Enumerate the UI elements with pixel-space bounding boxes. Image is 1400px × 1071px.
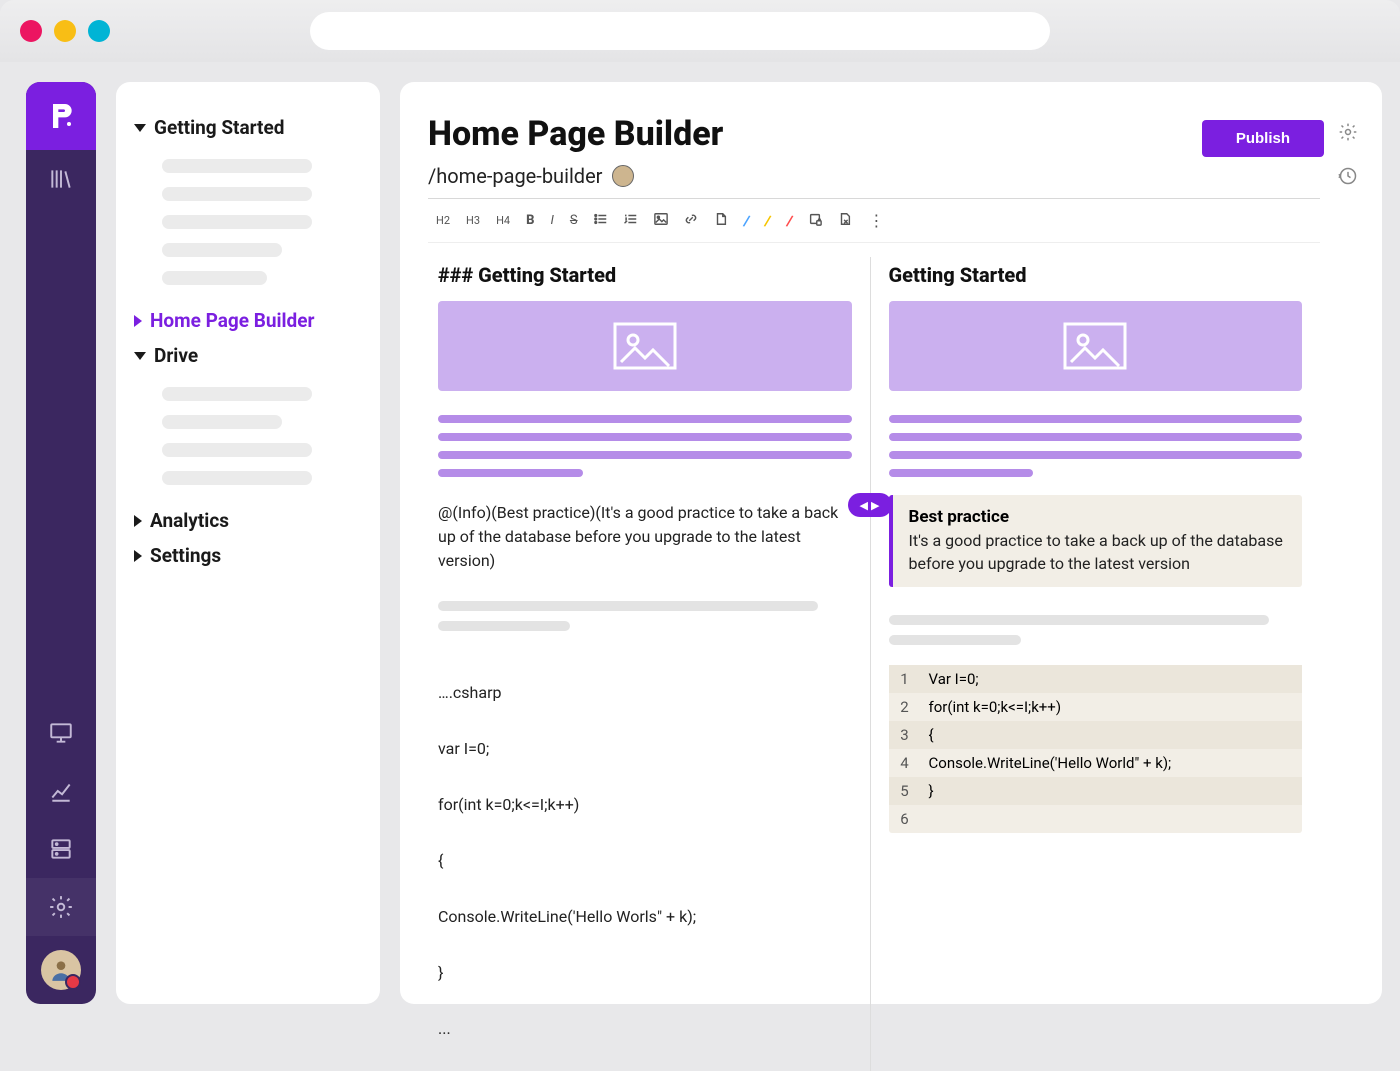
- skeleton-group: [162, 159, 362, 285]
- chevron-right-icon: ▶: [871, 499, 879, 512]
- settings-icon[interactable]: [1338, 122, 1358, 146]
- sidebar-item-label: Analytics: [150, 509, 229, 532]
- split-divider: ◀ ▶: [870, 257, 871, 1071]
- sidebar-item-home-page-builder[interactable]: Home Page Builder: [134, 303, 362, 338]
- toolbar-bold[interactable]: B: [526, 213, 534, 228]
- callout-title: Best practice: [909, 507, 1287, 527]
- toolbar-h4[interactable]: H4: [496, 214, 510, 227]
- page-title: Home Page Builder: [428, 114, 1320, 154]
- chevron-right-icon: [134, 315, 142, 327]
- toolbar-image[interactable]: [654, 212, 668, 229]
- chevron-down-icon: [134, 124, 146, 132]
- split-handle[interactable]: ◀ ▶: [848, 493, 892, 517]
- collaborator-avatar[interactable]: [612, 165, 634, 187]
- toolbar-numbered-list[interactable]: [624, 212, 638, 229]
- chevron-right-icon: [134, 550, 142, 562]
- preview-heading: Getting Started: [889, 263, 1303, 287]
- sidebar-item-label: Drive: [154, 344, 198, 367]
- toolbar-h3[interactable]: H3: [466, 214, 480, 227]
- editor-toolbar: H2 H3 H4 B I S / / / ⋮: [428, 199, 1320, 243]
- page-slug[interactable]: /home-page-builder: [428, 164, 602, 188]
- editor-code-raw: ….csharp var I=0; for(int k=0;k<=I;k++) …: [438, 651, 852, 1071]
- window-close-dot[interactable]: [20, 20, 42, 42]
- sidebar-item-label: Settings: [150, 544, 221, 567]
- history-icon[interactable]: [1338, 166, 1358, 190]
- preview-pane: Getting Started Best practice It's a goo…: [871, 257, 1321, 1071]
- sidebar-item-label: Getting Started: [154, 116, 284, 139]
- browser-chrome: [0, 0, 1400, 62]
- user-avatar[interactable]: [41, 950, 81, 990]
- extras-rail: [1336, 114, 1360, 984]
- toolbar-strikethrough[interactable]: S: [570, 213, 578, 228]
- toolbar-more[interactable]: ⋮: [868, 211, 883, 230]
- toolbar-italic[interactable]: I: [550, 213, 553, 228]
- slug-row: /home-page-builder: [428, 164, 1320, 199]
- editor-heading-raw: ### Getting Started: [438, 263, 852, 287]
- editor-callout-raw: @(Info)(Best practice)(It's a good pract…: [438, 501, 852, 573]
- toolbar-bullet-list[interactable]: [594, 212, 608, 229]
- toolbar-delete[interactable]: [838, 212, 852, 229]
- window-controls: [20, 20, 110, 42]
- rail-library[interactable]: [26, 150, 96, 208]
- toolbar-highlight-red[interactable]: /: [785, 211, 794, 230]
- split-view: ### Getting Started @(Info)(Best practic…: [428, 257, 1320, 1071]
- rail-analytics[interactable]: [26, 762, 96, 820]
- editor-pane[interactable]: ### Getting Started @(Info)(Best practic…: [428, 257, 870, 1071]
- image-placeholder: [889, 301, 1303, 391]
- icon-rail: [26, 82, 96, 1004]
- sidebar: Getting Started Home Page Builder Drive …: [116, 82, 380, 1004]
- rail-storage[interactable]: [26, 820, 96, 878]
- sidebar-item-label: Home Page Builder: [150, 309, 314, 332]
- toolbar-file[interactable]: [714, 212, 728, 229]
- toolbar-highlight-yellow[interactable]: /: [763, 211, 772, 230]
- app-logo[interactable]: [26, 82, 96, 150]
- text-skeleton: [438, 415, 852, 477]
- callout-body: It's a good practice to take a back up o…: [909, 529, 1287, 575]
- text-skeleton: [889, 415, 1303, 477]
- chevron-down-icon: [134, 352, 146, 360]
- main-content: Home Page Builder Publish /home-page-bui…: [400, 82, 1382, 1004]
- rail-monitor[interactable]: [26, 704, 96, 762]
- url-bar[interactable]: [310, 12, 1050, 50]
- sidebar-item-getting-started[interactable]: Getting Started: [134, 110, 362, 145]
- rail-settings[interactable]: [26, 878, 96, 936]
- toolbar-link[interactable]: [684, 212, 698, 229]
- toolbar-lock[interactable]: [808, 212, 822, 229]
- sidebar-item-analytics[interactable]: Analytics: [134, 503, 362, 538]
- window-minimize-dot[interactable]: [54, 20, 76, 42]
- skeleton-group: [162, 387, 362, 485]
- publish-button[interactable]: Publish: [1202, 120, 1324, 157]
- sidebar-item-drive[interactable]: Drive: [134, 338, 362, 373]
- chevron-right-icon: [134, 515, 142, 527]
- window-maximize-dot[interactable]: [88, 20, 110, 42]
- callout-box: Best practice It's a good practice to ta…: [889, 495, 1303, 587]
- image-placeholder[interactable]: [438, 301, 852, 391]
- sidebar-item-settings[interactable]: Settings: [134, 538, 362, 573]
- toolbar-h2[interactable]: H2: [436, 214, 450, 227]
- toolbar-highlight-blue[interactable]: /: [742, 211, 751, 230]
- code-block: 1Var I=0; 2for(int k=0;k<=I;k++) 3{ 4 Co…: [889, 665, 1303, 833]
- chevron-left-icon: ◀: [860, 499, 868, 512]
